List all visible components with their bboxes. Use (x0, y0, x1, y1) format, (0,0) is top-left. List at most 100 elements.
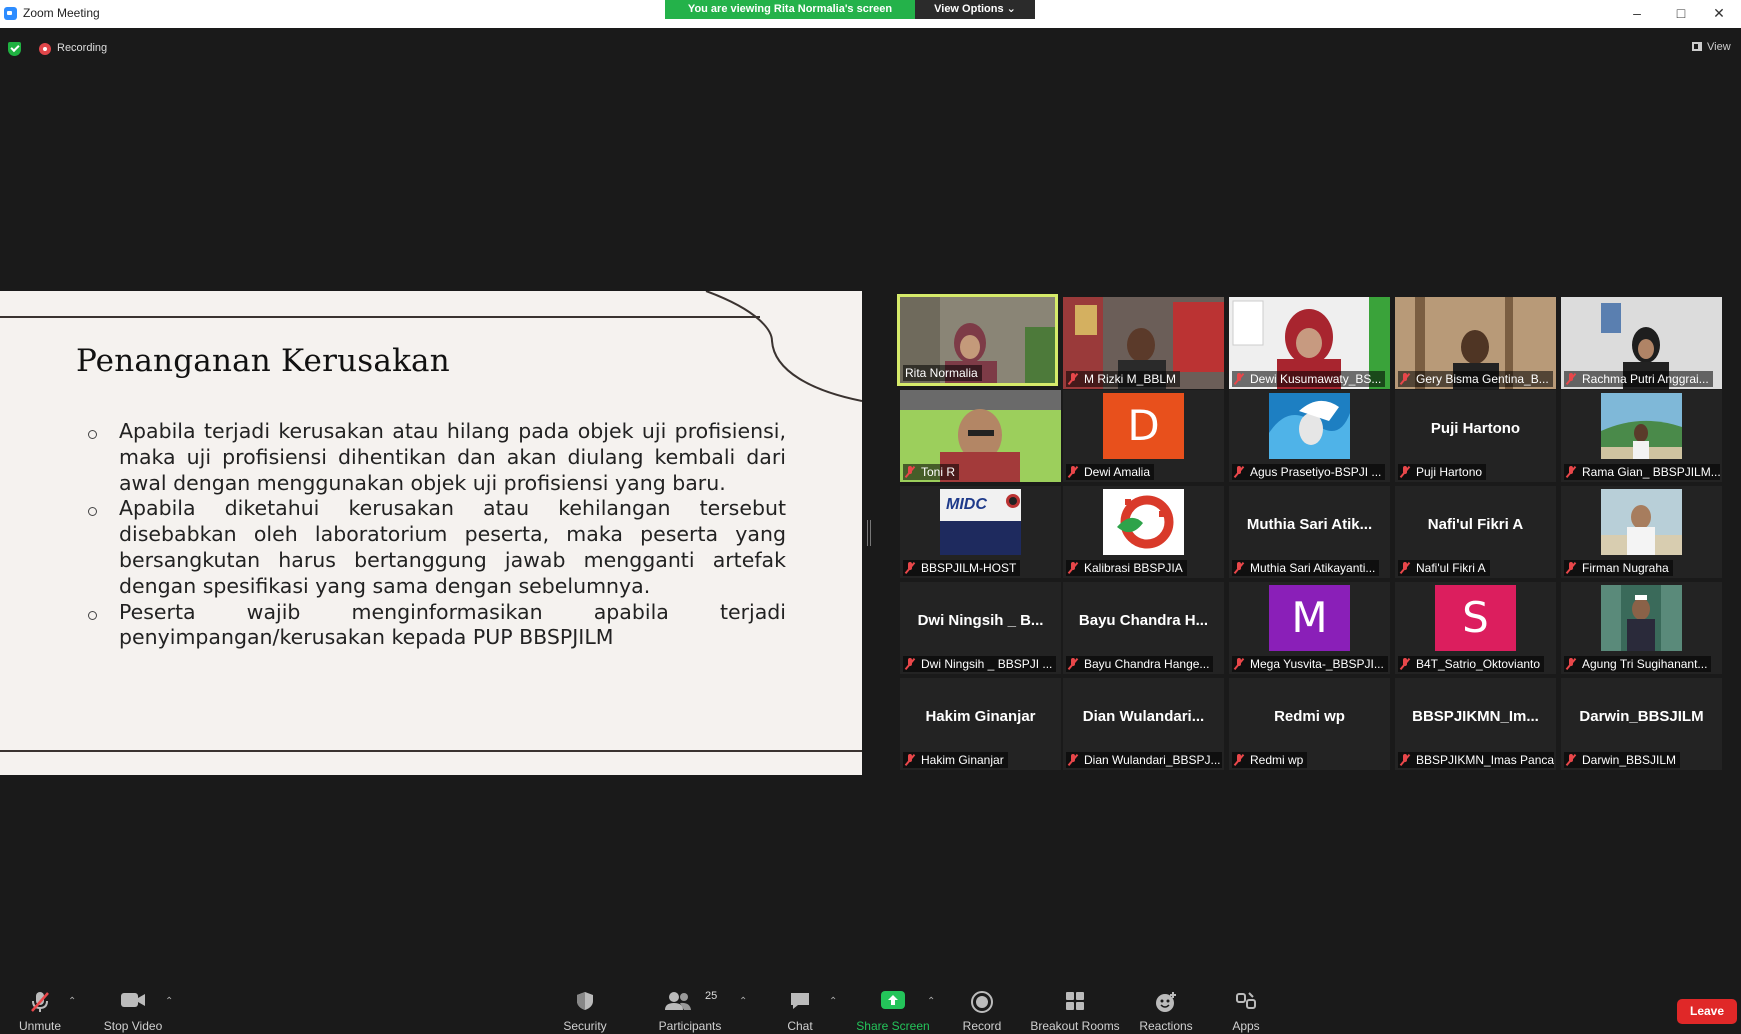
audio-options-caret-icon[interactable]: ⌃ (68, 996, 76, 1007)
participant-name: Mega Yusvita-_BBSPJI... (1232, 656, 1388, 672)
participant-tile[interactable]: Puji Hartono Puji Hartono (1395, 390, 1556, 482)
participant-tile[interactable]: Redmi wp Redmi wp (1229, 678, 1390, 770)
participant-tile[interactable]: Kalibrasi BBSPJIA (1063, 486, 1224, 578)
zoom-app-icon (4, 7, 17, 20)
security-shield-icon[interactable] (8, 42, 21, 56)
avatar (1269, 393, 1350, 459)
participant-name: Rama Gian_ BBSPJILM... (1564, 464, 1720, 480)
muted-mic-icon (1068, 658, 1078, 670)
muted-mic-icon (905, 754, 915, 766)
participant-tile[interactable]: Firman Nugraha (1561, 486, 1722, 578)
reactions-label: Reactions (1139, 1019, 1193, 1033)
muted-mic-icon (905, 562, 915, 574)
stop-video-button[interactable]: Stop Video (98, 981, 168, 1034)
participant-tile[interactable]: Dwi Ningsih _ B... Dwi Ningsih _ BBSPJI … (900, 582, 1061, 674)
participant-tile[interactable]: Rama Gian_ BBSPJILM... (1561, 390, 1722, 482)
participant-display-name: Muthia Sari Atik... (1246, 516, 1373, 533)
share-screen-icon (881, 991, 905, 1009)
participant-tile[interactable]: M Mega Yusvita-_BBSPJI... (1229, 582, 1390, 674)
participant-tile[interactable]: Toni R (900, 390, 1061, 482)
participant-tile[interactable]: MIDC BBSPJILM-HOST (900, 486, 1061, 578)
title-bar: Zoom Meeting You are viewing Rita Normal… (0, 0, 1741, 28)
participant-name: Dian Wulandari_BBSPJ... (1066, 752, 1222, 768)
chat-label: Chat (787, 1019, 813, 1033)
apps-button[interactable]: Apps (1216, 981, 1276, 1034)
participant-tile[interactable]: S B4T_Satrio_Oktovianto (1395, 582, 1556, 674)
avatar (1601, 585, 1682, 651)
avatar: M (1269, 585, 1350, 651)
muted-mic-icon (1566, 658, 1576, 670)
recording-label: Recording (57, 42, 108, 54)
participant-tile[interactable]: Agus Prasetiyo-BSPJI ... (1229, 390, 1390, 482)
participant-tile[interactable]: Dewi Kusumawaty_BS... (1229, 297, 1390, 389)
participant-name: Dwi Ningsih _ BBSPJI ... (903, 656, 1057, 672)
muted-mic-icon (905, 466, 915, 478)
smiley-icon (1156, 992, 1176, 1012)
minimize-icon[interactable]: – (1615, 0, 1659, 28)
breakout-rooms-icon (1066, 992, 1084, 1010)
muted-mic-icon (1566, 373, 1576, 385)
view-button[interactable]: View (1692, 41, 1731, 53)
slide-bullet-2: Apabila diketahui kerusakan atau kehilan… (88, 496, 786, 599)
slide-title: Penanganan Kerusakan (76, 343, 450, 379)
video-options-caret-icon[interactable]: ⌃ (165, 996, 173, 1007)
reactions-button[interactable]: Reactions (1135, 981, 1197, 1034)
unmute-button[interactable]: Unmute (10, 981, 70, 1034)
participant-name: B4T_Satrio_Oktovianto (1398, 656, 1545, 672)
chat-bubble-icon (791, 993, 809, 1009)
participant-name: Toni R (903, 464, 960, 480)
close-icon[interactable]: ✕ (1697, 0, 1741, 28)
apps-label: Apps (1232, 1019, 1260, 1033)
participant-tile[interactable]: Rita Normalia (897, 294, 1058, 386)
view-layout-icon (1692, 42, 1702, 51)
participant-tile[interactable]: Muthia Sari Atik... Muthia Sari Atikayan… (1229, 486, 1390, 578)
participant-display-name: Dian Wulandari... (1082, 708, 1205, 725)
participant-tile[interactable]: Gery Bisma Gentina_B... (1395, 297, 1556, 389)
participants-button[interactable]: 25 Participants (650, 981, 730, 1034)
participant-tile[interactable]: Agung Tri Sugihanant... (1561, 582, 1722, 674)
shield-icon (577, 992, 593, 1010)
participant-display-name: Puji Hartono (1430, 420, 1521, 437)
participant-tile[interactable]: D Dewi Amalia (1063, 390, 1224, 482)
slide-bullet-3: Peserta wajib menginformasikan apabila t… (88, 600, 786, 652)
muted-mic-icon (1566, 754, 1576, 766)
participant-tile[interactable]: Bayu Chandra H... Bayu Chandra Hange... (1063, 582, 1224, 674)
participants-count: 25 (705, 990, 718, 1002)
participant-tile[interactable]: Hakim Ginanjar Hakim Ginanjar (900, 678, 1061, 770)
participant-tile[interactable]: Dian Wulandari... Dian Wulandari_BBSPJ..… (1063, 678, 1224, 770)
participant-name: Rachma Putri Anggrai... (1564, 371, 1713, 387)
chat-options-caret-icon[interactable]: ⌃ (829, 996, 837, 1007)
participants-options-caret-icon[interactable]: ⌃ (739, 996, 747, 1007)
chat-button[interactable]: Chat (770, 981, 830, 1034)
participant-tile[interactable]: M Rizki M_BBLM (1063, 297, 1224, 389)
participant-name: Rita Normalia (903, 365, 982, 381)
participant-display-name: Nafi'ul Fikri A (1427, 516, 1524, 533)
participant-tile[interactable]: Rachma Putri Anggrai... (1561, 297, 1722, 389)
security-button[interactable]: Security (555, 981, 615, 1034)
participant-display-name: Bayu Chandra H... (1078, 612, 1209, 629)
record-button[interactable]: Record (952, 981, 1012, 1034)
participant-name: BBSPJIKMN_Imas Panca (1398, 752, 1554, 768)
muted-mic-icon (1068, 562, 1078, 574)
participant-display-name: Redmi wp (1274, 708, 1345, 725)
muted-mic-icon (1234, 562, 1244, 574)
participant-tile[interactable]: Darwin_BBSJILM Darwin_BBSJILM (1561, 678, 1722, 770)
muted-mic-icon (1234, 658, 1244, 670)
muted-mic-icon (1400, 562, 1410, 574)
participant-name: Hakim Ginanjar (903, 752, 1008, 768)
stop-video-label: Stop Video (103, 1019, 163, 1033)
participant-name: BBSPJILM-HOST (903, 560, 1021, 576)
view-label: View (1707, 41, 1731, 53)
panel-splitter-handle[interactable] (867, 520, 871, 546)
share-options-caret-icon[interactable]: ⌃ (927, 996, 935, 1007)
breakout-rooms-button[interactable]: Breakout Rooms (1025, 981, 1125, 1034)
participant-name: Darwin_BBSJILM (1564, 752, 1681, 768)
participant-tile[interactable]: BBSPJIKMN_Im... BBSPJIKMN_Imas Panca (1395, 678, 1556, 770)
slide-bullet-1: Apabila terjadi kerusakan atau hilang pa… (88, 419, 786, 496)
view-options-button[interactable]: View Options ⌄ (915, 0, 1035, 19)
leave-button[interactable]: Leave (1677, 999, 1737, 1024)
muted-mic-icon (905, 658, 915, 670)
share-screen-button[interactable]: Share Screen (853, 981, 933, 1034)
participant-name: Redmi wp (1232, 752, 1308, 768)
participant-tile[interactable]: Nafi'ul Fikri A Nafi'ul Fikri A (1395, 486, 1556, 578)
